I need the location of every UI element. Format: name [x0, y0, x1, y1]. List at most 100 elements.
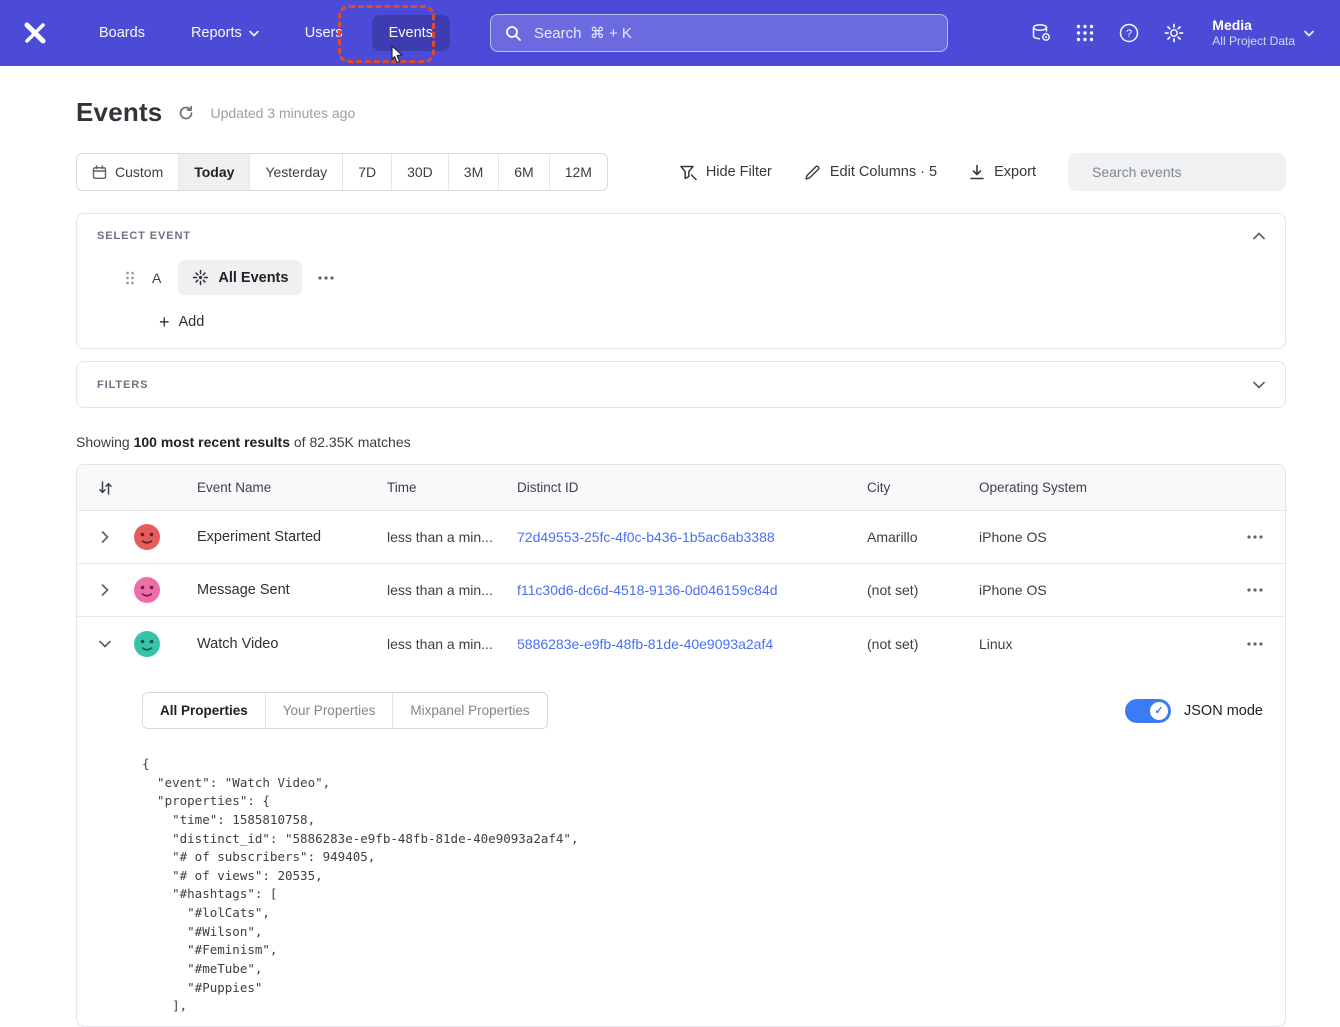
export-label: Export — [994, 164, 1036, 180]
nav-item-label: Reports — [191, 25, 242, 41]
table-row[interactable]: Message Sent less than a min... f11c30d6… — [77, 564, 1285, 617]
nav-item-users[interactable]: Users — [288, 15, 360, 51]
events-table: Event Name Time Distinct ID City Operati… — [76, 464, 1286, 1027]
json-mode-label: JSON mode — [1184, 703, 1263, 719]
add-event-label: Add — [179, 314, 205, 330]
event-avatar — [133, 630, 197, 658]
range-label: Today — [194, 164, 234, 180]
search-icon — [505, 25, 521, 41]
chevron-right-icon — [101, 584, 109, 596]
row-menu-button[interactable] — [1247, 642, 1263, 646]
settings-button[interactable] — [1163, 22, 1185, 44]
event-json-view: { "event": "Watch Video", "properties": … — [142, 755, 1263, 1016]
range-label: 3M — [464, 164, 483, 180]
collapse-panel-button[interactable] — [1253, 228, 1265, 243]
navbar-actions: ? Media All Project Data — [1030, 16, 1314, 50]
export-button[interactable]: Export — [969, 164, 1036, 181]
range-custom-button[interactable]: Custom — [77, 154, 179, 190]
distinct-id-link[interactable]: 72d49553-25fc-4f0c-b436-1b5ac6ab3388 — [517, 529, 867, 545]
json-mode-toggle[interactable]: ✓ — [1125, 699, 1171, 723]
data-management-button[interactable] — [1030, 22, 1052, 44]
chevron-down-icon — [1304, 30, 1314, 37]
range-30d-button[interactable]: 30D — [392, 154, 449, 190]
city-cell: (not set) — [867, 582, 979, 598]
properties-tabs: All Properties Your Properties Mixpanel … — [142, 692, 548, 729]
range-label: Yesterday — [265, 164, 327, 180]
range-7d-button[interactable]: 7D — [343, 154, 392, 190]
add-event-button[interactable]: + Add — [159, 314, 204, 330]
chevron-right-icon — [101, 531, 109, 543]
ellipsis-icon — [1247, 535, 1263, 539]
event-selector-button[interactable]: All Events — [178, 260, 302, 295]
range-6m-button[interactable]: 6M — [499, 154, 549, 190]
range-3m-button[interactable]: 3M — [449, 154, 499, 190]
nav-item-label: Events — [389, 25, 433, 41]
col-event-name: Event Name — [197, 480, 387, 495]
event-row-menu-button[interactable] — [312, 270, 340, 286]
main-content: Events Updated 3 minutes ago Custom Toda… — [0, 97, 1340, 1027]
range-yesterday-button[interactable]: Yesterday — [250, 154, 343, 190]
ellipsis-icon — [1247, 588, 1263, 592]
distinct-id-link[interactable]: 5886283e-e9fb-48fb-81de-40e9093a2af4 — [517, 636, 867, 652]
edit-columns-button[interactable]: Edit Columns · 5 — [804, 164, 937, 181]
project-switcher[interactable]: Media All Project Data — [1212, 16, 1314, 50]
download-icon — [969, 164, 985, 181]
expand-filters-button[interactable] — [1253, 377, 1265, 392]
os-cell: iPhone OS — [979, 582, 1225, 598]
drag-handle-icon[interactable] — [125, 270, 135, 286]
table-row[interactable]: Watch Video less than a min... 5886283e-… — [77, 617, 1285, 670]
expand-row-button[interactable] — [101, 531, 109, 543]
nav-item-boards[interactable]: Boards — [82, 15, 162, 51]
filters-panel: FILTERS — [76, 361, 1286, 408]
range-today-button[interactable]: Today — [179, 154, 250, 190]
nav-item-label: Users — [305, 25, 343, 41]
row-menu-button[interactable] — [1247, 588, 1263, 592]
col-city: City — [867, 480, 979, 495]
results-suffix: of 82.35K matches — [290, 434, 411, 450]
table-row[interactable]: Experiment Started less than a min... 72… — [77, 511, 1285, 564]
project-subtitle: All Project Data — [1212, 34, 1295, 50]
top-navbar: Boards Reports Users Events — [0, 0, 1340, 66]
range-label: Custom — [115, 164, 163, 180]
apps-grid-icon — [1075, 23, 1095, 43]
results-prefix: Showing — [76, 434, 134, 450]
distinct-id-link[interactable]: f11c30d6-dc6d-4518-9136-0d046159c84d — [517, 582, 867, 598]
nav-item-events[interactable]: Events — [372, 15, 450, 51]
project-name: Media — [1212, 16, 1295, 34]
apps-grid-button[interactable] — [1075, 23, 1095, 43]
collapse-row-button[interactable] — [99, 640, 111, 648]
global-search-input[interactable] — [532, 24, 933, 43]
edit-columns-label: Edit Columns · 5 — [830, 164, 937, 180]
search-events-box[interactable] — [1068, 153, 1286, 191]
refresh-button[interactable] — [177, 104, 195, 122]
row-details-panel: All Properties Your Properties Mixpanel … — [77, 670, 1285, 1026]
tab-all-properties[interactable]: All Properties — [143, 693, 266, 728]
expand-row-button[interactable] — [101, 584, 109, 596]
tab-your-properties[interactable]: Your Properties — [266, 693, 394, 728]
event-avatar — [133, 576, 197, 604]
event-row-letter: A — [152, 270, 161, 286]
sort-button[interactable] — [98, 481, 113, 495]
mixpanel-logo-icon — [22, 20, 48, 46]
event-sparkle-icon — [192, 269, 209, 286]
row-menu-button[interactable] — [1247, 535, 1263, 539]
col-distinct-id: Distinct ID — [517, 480, 867, 495]
time-cell: less than a min... — [387, 636, 517, 652]
nav-item-reports[interactable]: Reports — [174, 15, 276, 51]
global-search[interactable] — [490, 14, 948, 52]
range-label: 6M — [514, 164, 533, 180]
help-button[interactable]: ? — [1118, 22, 1140, 44]
toolbar: Custom Today Yesterday 7D 30D 3M 6M 12M … — [76, 153, 1286, 191]
selected-event-name: All Events — [218, 270, 288, 286]
tab-mixpanel-properties[interactable]: Mixpanel Properties — [393, 693, 546, 728]
plus-icon: + — [159, 315, 170, 329]
event-name-cell: Watch Video — [197, 636, 387, 652]
nav-item-label: Boards — [99, 25, 145, 41]
search-events-input[interactable] — [1090, 163, 1275, 181]
database-gear-icon — [1030, 22, 1052, 44]
filters-label: FILTERS — [97, 379, 148, 391]
mixpanel-logo[interactable] — [22, 20, 48, 46]
hide-filter-button[interactable]: Hide Filter — [679, 164, 772, 181]
col-time: Time — [387, 480, 517, 495]
range-12m-button[interactable]: 12M — [550, 154, 607, 190]
